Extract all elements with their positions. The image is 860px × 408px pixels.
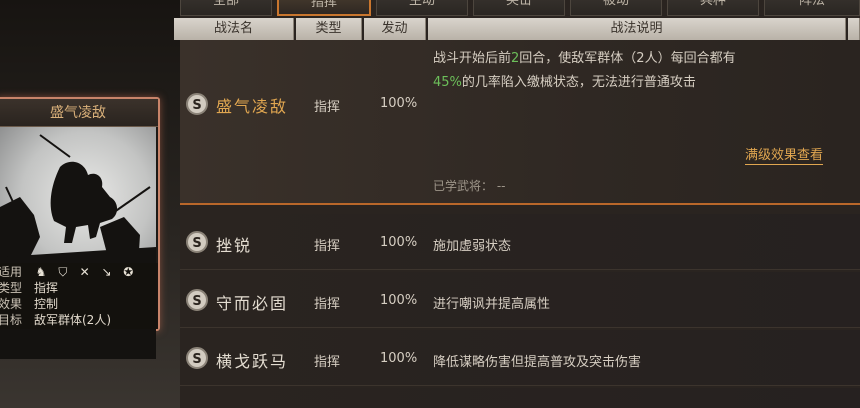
s-grade-badge: S <box>186 231 208 253</box>
skill-rate: 100% <box>380 293 418 308</box>
description-line-1: 战斗开始后前2回合，使敌军群体（2人）每回合都有 <box>433 51 736 66</box>
column-type: 类型 <box>296 18 362 40</box>
tab-assault[interactable]: 突击 <box>473 0 565 16</box>
skill-rate: 100% <box>380 351 418 366</box>
column-end <box>848 18 860 40</box>
skill-description: 降低谋略伤害但提高普攻及突击伤害 <box>433 355 642 370</box>
column-header: 战法名 类型 发动 战法说明 <box>174 18 860 40</box>
cavalry-icon: ♞ <box>35 265 47 279</box>
column-description: 战法说明 <box>428 18 846 40</box>
tab-all[interactable]: 全部 <box>180 0 272 16</box>
skill-name: 挫锐 <box>216 236 253 255</box>
column-name: 战法名 <box>174 18 294 40</box>
skill-description: 施加虚弱状态 <box>433 239 512 254</box>
s-grade-badge: S <box>186 347 208 369</box>
skill-row[interactable] <box>180 214 860 270</box>
tab-passive[interactable]: 被动 <box>570 0 662 16</box>
card-title: 盛气凌敌 <box>0 99 158 127</box>
tab-troop[interactable]: 兵种 <box>667 0 759 16</box>
skill-rate: 100% <box>380 96 418 111</box>
tab-command[interactable]: 指挥 <box>277 0 371 16</box>
card-info: 适用 ♞ ⛉ ✕ ↘ ✪ 类型 指挥 效果 控制 目标 敌军群体(2人) <box>0 263 158 329</box>
skill-name: 守而必固 <box>216 294 289 313</box>
card-effect-row: 效果 控制 <box>0 297 59 311</box>
card-applicable-row: 适用 ♞ ⛉ ✕ ↘ ✪ <box>0 264 158 280</box>
tab-active[interactable]: 主动 <box>376 0 468 16</box>
skill-type: 指挥 <box>314 297 341 312</box>
skill-type: 指挥 <box>314 239 341 254</box>
siege-icon: ✪ <box>123 265 134 279</box>
skill-type: 指挥 <box>314 355 341 370</box>
column-rate: 发动 <box>364 18 426 40</box>
shield-icon: ⛉ <box>58 265 68 279</box>
category-tabs: 全部 指挥 主动 突击 被动 兵种 阵法 <box>180 0 860 16</box>
skill-description: 战斗开始后前2回合，使敌军群体（2人）每回合都有 45%的几率陷入缴械状态，无法… <box>433 47 843 95</box>
card-type-row: 类型 指挥 <box>0 281 59 295</box>
skill-card: 盛气凌敌 适用 ♞ ⛉ ✕ ↘ ✪ 类型 指挥 效果 控制 目标 敌军群体(2人… <box>0 97 160 359</box>
s-grade-badge: S <box>186 289 208 311</box>
applicable-key: 适用 <box>0 265 23 279</box>
skill-name: 横戈跃马 <box>216 352 289 371</box>
skill-row-partial[interactable] <box>180 388 860 408</box>
chance-value: 45% <box>433 75 462 90</box>
spear-icon: ↘ <box>101 265 112 279</box>
skill-rate: 100% <box>380 235 418 250</box>
description-line-2: 45%的几率陷入缴械状态，无法进行普通攻击 <box>433 75 696 90</box>
unit-icons: ♞ ⛉ ✕ ↘ ✪ <box>34 264 139 280</box>
card-target-row: 目标 敌军群体(2人) <box>0 313 111 327</box>
bow-icon: ✕ <box>79 265 90 279</box>
learned-generals: 已学武将： -- <box>433 179 506 193</box>
skill-type: 指挥 <box>314 100 341 115</box>
skill-description: 进行嘲讽并提高属性 <box>433 297 551 312</box>
tab-formation[interactable]: 阵法 <box>764 0 860 16</box>
skill-name: 盛气凌敌 <box>216 97 289 116</box>
s-grade-badge: S <box>186 93 208 115</box>
max-level-effect-link[interactable]: 满级效果查看 <box>745 144 824 165</box>
